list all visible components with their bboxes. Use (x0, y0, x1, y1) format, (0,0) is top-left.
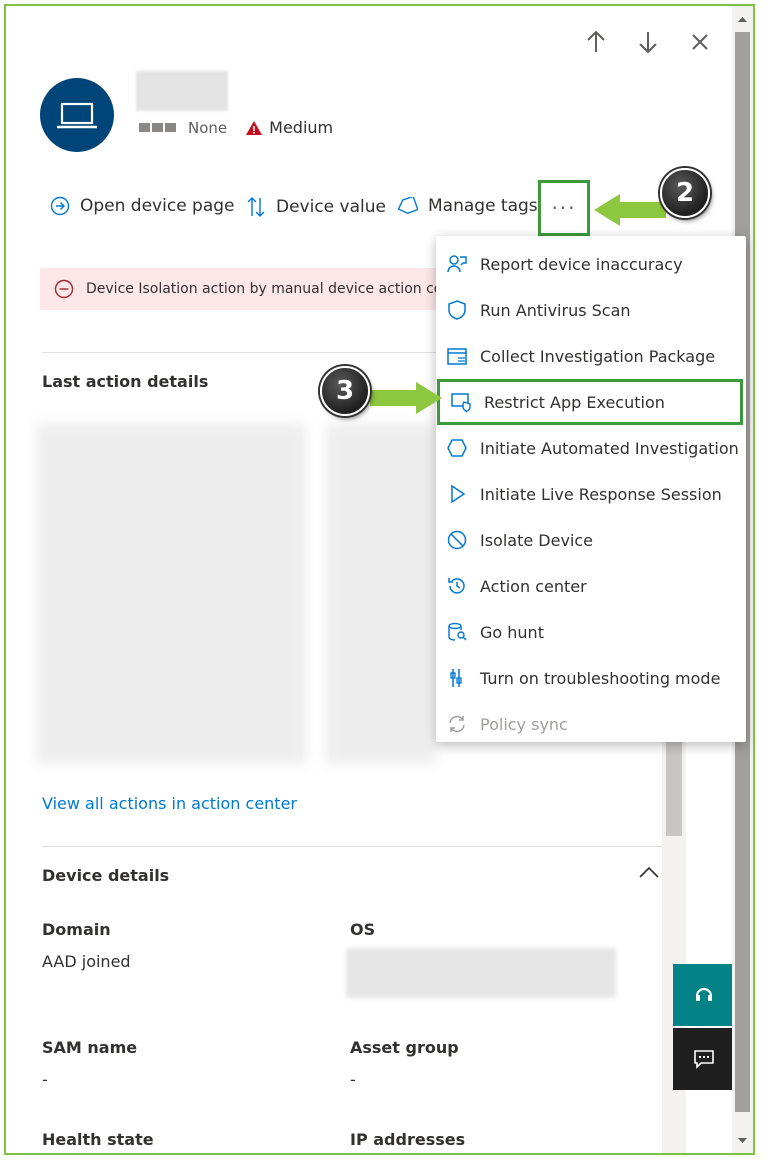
ip-addresses-label: IP addresses (350, 1130, 466, 1149)
asset-group-value: - (350, 1070, 356, 1089)
laptop-icon (57, 102, 97, 129)
sam-name-label: SAM name (42, 1038, 138, 1057)
redacted-block (36, 424, 306, 764)
menu-item-action-center[interactable]: Action center (436, 563, 746, 609)
shield-icon (444, 297, 470, 323)
open-device-page-label: Open device page (80, 196, 235, 216)
menu-item-troubleshooting-mode[interactable]: Turn on troubleshooting mode (436, 655, 746, 701)
collect-package-icon (444, 343, 470, 369)
history-icon (444, 573, 470, 599)
device-details-heading: Device details (42, 866, 170, 885)
more-actions-menu: Report device inaccuracy Run Antivirus S… (436, 236, 746, 742)
more-ellipsis: ··· (551, 196, 577, 220)
warning-icon (246, 120, 263, 135)
menu-item-label: Collect Investigation Package (480, 346, 716, 366)
scroll-down-icon[interactable] (732, 1134, 753, 1148)
menu-item-restrict-app-execution[interactable]: Restrict App Execution (437, 379, 743, 425)
os-value-redacted (346, 948, 616, 998)
manage-tags-label: Manage tags (428, 196, 538, 216)
menu-item-label: Initiate Live Response Session (480, 484, 722, 504)
step-2-badge: 2 (660, 168, 710, 218)
menu-item-label: Turn on troubleshooting mode (480, 668, 721, 688)
last-action-heading: Last action details (42, 372, 209, 391)
manage-tags-button[interactable]: Manage tags (396, 196, 538, 216)
callout-arrow-2 (594, 194, 666, 226)
menu-item-report-device-inaccuracy[interactable]: Report device inaccuracy (436, 241, 746, 287)
menu-item-collect-investigation-package[interactable]: Collect Investigation Package (436, 333, 746, 379)
tag-label: None (188, 118, 228, 137)
menu-item-policy-sync: Policy sync (436, 701, 746, 747)
menu-item-label: Initiate Automated Investigation (480, 438, 739, 458)
hexagon-icon (444, 435, 470, 461)
tag-icon (397, 197, 418, 215)
arrow-circle-right-icon (50, 196, 70, 216)
arrow-down-icon[interactable] (634, 28, 662, 56)
scroll-up-icon[interactable] (732, 12, 753, 26)
feedback-button[interactable] (673, 1028, 735, 1090)
banner-text: Device Isolation action by manual device… (86, 281, 440, 297)
report-person-icon (444, 251, 470, 277)
asset-group-label: Asset group (350, 1038, 459, 1057)
device-value-label: Device value (276, 197, 386, 217)
menu-item-run-antivirus-scan[interactable]: Run Antivirus Scan (436, 287, 746, 333)
divider (42, 846, 662, 847)
avatar (40, 78, 114, 152)
menu-item-initiate-automated-investigation[interactable]: Initiate Automated Investigation (436, 425, 746, 471)
redacted-block (326, 424, 436, 764)
hunt-icon (444, 619, 470, 645)
menu-item-go-hunt[interactable]: Go hunt (436, 609, 746, 655)
menu-item-label: Report device inaccuracy (480, 254, 683, 274)
menu-item-initiate-live-response-session[interactable]: Initiate Live Response Session (436, 471, 746, 517)
more-actions-button[interactable]: ··· (538, 180, 590, 236)
domain-label: Domain (42, 920, 111, 939)
device-panel: None Medium Open device page Device valu… (4, 4, 755, 1155)
menu-item-label: Run Antivirus Scan (480, 300, 631, 320)
open-device-page-button[interactable]: Open device page (50, 196, 235, 216)
error-circle-icon (54, 279, 74, 299)
menu-item-label: Go hunt (480, 622, 544, 642)
menu-item-label: Restrict App Execution (484, 392, 665, 412)
menu-item-isolate-device[interactable]: Isolate Device (436, 517, 746, 563)
severity-label: Medium (269, 118, 334, 137)
block-icon (444, 527, 470, 553)
domain-value: AAD joined (42, 952, 131, 971)
sam-name-value: - (42, 1070, 48, 1089)
chat-icon (694, 1050, 714, 1069)
tag-bars-icon (139, 123, 176, 132)
restrict-app-icon (448, 389, 474, 415)
support-button[interactable] (673, 964, 735, 1026)
close-icon[interactable] (686, 28, 714, 56)
view-all-actions-link[interactable]: View all actions in action center (42, 794, 297, 813)
device-value-button[interactable]: Device value (246, 196, 386, 218)
os-label: OS (350, 920, 376, 939)
arrow-up-icon[interactable] (582, 28, 610, 56)
callout-arrow-3 (370, 382, 442, 414)
device-name-redacted (136, 71, 228, 111)
menu-item-label: Action center (480, 576, 587, 596)
menu-item-label: Policy sync (480, 714, 568, 734)
isolation-banner: Device Isolation action by manual device… (40, 268, 440, 310)
scrollbar-thumb[interactable] (666, 736, 682, 836)
health-state-label: Health state (42, 1130, 154, 1149)
device-meta: None Medium (139, 118, 333, 137)
headset-icon (695, 987, 713, 1001)
sync-icon (444, 711, 470, 737)
play-icon (444, 481, 470, 507)
step-3-badge: 3 (320, 366, 370, 416)
wrench-icon (444, 665, 470, 691)
chevron-up-icon[interactable] (638, 864, 660, 884)
menu-item-label: Isolate Device (480, 530, 594, 550)
sort-arrows-icon (247, 197, 265, 217)
